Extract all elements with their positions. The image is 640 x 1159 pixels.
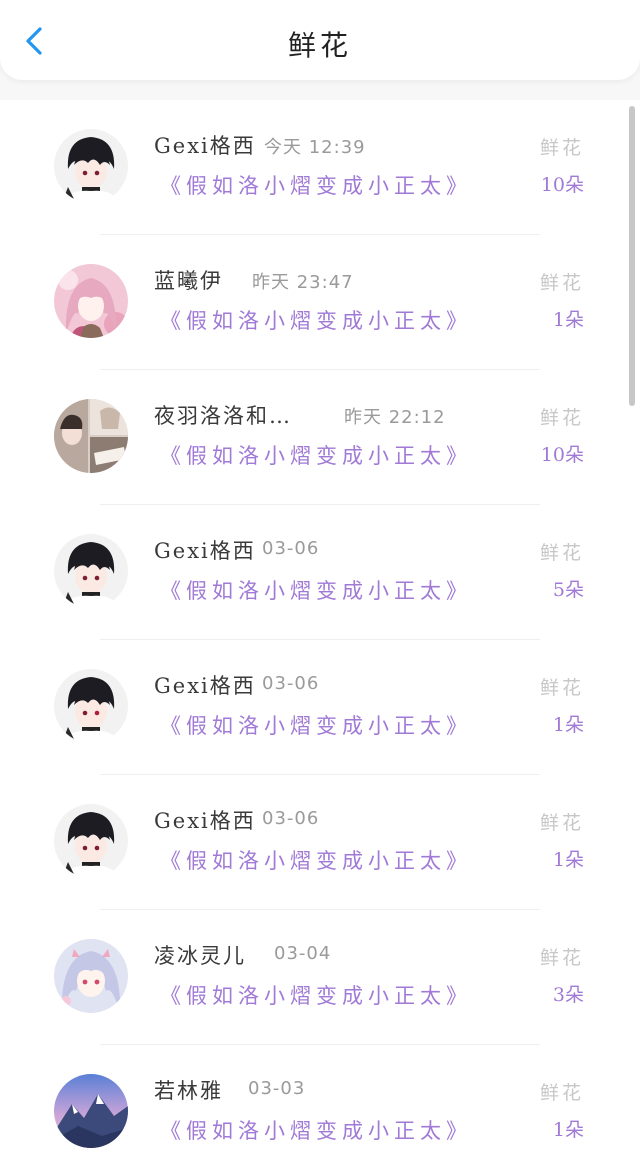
user-name[interactable]: Gexi格西 <box>154 805 256 835</box>
avatar[interactable] <box>54 939 128 1013</box>
gift-type-label: 鲜花 <box>539 542 584 564</box>
avatar-image-icon <box>54 399 128 473</box>
avatar[interactable] <box>54 1074 128 1148</box>
gift-type-label: 鲜花 <box>539 1082 584 1104</box>
top-bar: 鲜花 <box>0 0 640 80</box>
list-item[interactable]: 夜羽洛洛和… 昨天 22:12 《假如洛小熠变成小正太》 鲜花 10朵 <box>0 370 640 505</box>
gift-type-label: 鲜花 <box>539 947 584 969</box>
timestamp: 03-06 <box>262 538 320 559</box>
timestamp: 03-06 <box>262 673 320 694</box>
user-name[interactable]: Gexi格西 <box>154 130 256 160</box>
timestamp: 03-06 <box>262 808 320 829</box>
work-title[interactable]: 《假如洛小熠变成小正太》 <box>160 980 472 1010</box>
user-name[interactable]: 夜羽洛洛和… <box>154 400 292 430</box>
gift-count: 3朵 <box>552 984 584 1006</box>
gift-type-label: 鲜花 <box>539 812 584 834</box>
gift-count: 1朵 <box>552 714 584 736</box>
user-name[interactable]: Gexi格西 <box>154 535 256 565</box>
avatar[interactable] <box>54 534 128 608</box>
user-name[interactable]: Gexi格西 <box>154 670 256 700</box>
work-title[interactable]: 《假如洛小熠变成小正太》 <box>160 170 472 200</box>
page-title: 鲜花 <box>287 29 352 62</box>
avatar[interactable] <box>54 399 128 473</box>
list-item[interactable]: Gexi格西 今天 12:39 《假如洛小熠变成小正太》 鲜花 10朵 <box>0 100 640 235</box>
gift-type-label: 鲜花 <box>539 272 584 294</box>
work-title[interactable]: 《假如洛小熠变成小正太》 <box>160 305 472 335</box>
work-title[interactable]: 《假如洛小熠变成小正太》 <box>160 1115 472 1145</box>
list-item[interactable]: Gexi格西 03-06 《假如洛小熠变成小正太》 鲜花 5朵 <box>0 505 640 640</box>
avatar[interactable] <box>54 669 128 743</box>
work-title[interactable]: 《假如洛小熠变成小正太》 <box>160 710 472 740</box>
avatar[interactable] <box>54 129 128 203</box>
flower-list: Gexi格西 今天 12:39 《假如洛小熠变成小正太》 鲜花 10朵 蓝曦伊 … <box>0 100 640 1159</box>
user-name[interactable]: 蓝曦伊 <box>154 265 223 295</box>
work-title[interactable]: 《假如洛小熠变成小正太》 <box>160 845 472 875</box>
avatar-image-icon <box>54 939 128 1013</box>
avatar-image-icon <box>54 804 128 878</box>
timestamp: 昨天 23:47 <box>252 272 354 293</box>
avatar-image-icon <box>54 1074 128 1148</box>
gift-count: 10朵 <box>540 444 584 466</box>
list-item[interactable]: 凌冰灵儿 03-04 《假如洛小熠变成小正太》 鲜花 3朵 <box>0 910 640 1045</box>
gift-type-label: 鲜花 <box>539 137 584 159</box>
list-item[interactable]: 若林雅 03-03 《假如洛小熠变成小正太》 鲜花 1朵 <box>0 1045 640 1159</box>
user-name[interactable]: 凌冰灵儿 <box>154 940 246 970</box>
timestamp: 今天 12:39 <box>264 137 366 158</box>
gift-count: 1朵 <box>552 1119 584 1141</box>
user-name[interactable]: 若林雅 <box>154 1075 223 1105</box>
gift-type-label: 鲜花 <box>539 677 584 699</box>
avatar[interactable] <box>54 264 128 338</box>
gift-count: 1朵 <box>552 309 584 331</box>
work-title[interactable]: 《假如洛小熠变成小正太》 <box>160 575 472 605</box>
list-item[interactable]: 蓝曦伊 昨天 23:47 《假如洛小熠变成小正太》 鲜花 1朵 <box>0 235 640 370</box>
avatar-image-icon <box>54 264 128 338</box>
avatar-image-icon <box>54 669 128 743</box>
timestamp: 昨天 22:12 <box>344 407 446 428</box>
gift-count: 10朵 <box>540 174 584 196</box>
avatar[interactable] <box>54 804 128 878</box>
gift-count: 1朵 <box>552 849 584 871</box>
avatar-image-icon <box>54 129 128 203</box>
list-item[interactable]: Gexi格西 03-06 《假如洛小熠变成小正太》 鲜花 1朵 <box>0 775 640 910</box>
work-title[interactable]: 《假如洛小熠变成小正太》 <box>160 440 472 470</box>
gift-type-label: 鲜花 <box>539 407 584 429</box>
list-item[interactable]: Gexi格西 03-06 《假如洛小熠变成小正太》 鲜花 1朵 <box>0 640 640 775</box>
timestamp: 03-03 <box>248 1078 306 1099</box>
scrollbar[interactable] <box>629 106 635 406</box>
gift-count: 5朵 <box>552 579 584 601</box>
avatar-image-icon <box>54 534 128 608</box>
timestamp: 03-04 <box>274 943 332 964</box>
